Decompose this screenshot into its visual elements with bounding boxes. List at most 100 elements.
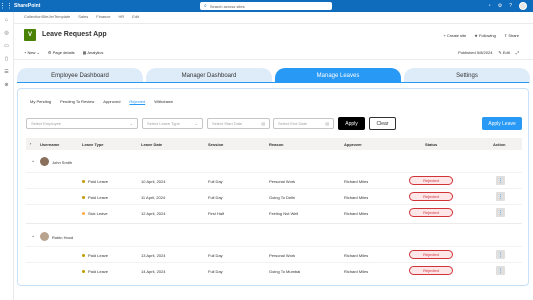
create-site-button[interactable]: + Create site [443, 33, 466, 38]
help-icon[interactable]: ? [509, 3, 512, 9]
tab-underline [17, 82, 529, 83]
expand-icon[interactable]: ⤢ [516, 50, 519, 55]
leave-type-cell: Paid Leave [82, 179, 108, 184]
leave-type-dot [82, 270, 85, 274]
globe-icon[interactable]: ◎ [0, 28, 13, 38]
site-logo: V [24, 29, 36, 41]
tab-manage-leaves[interactable]: Manage Leaves [275, 68, 401, 83]
chat-icon[interactable]: ▭ [0, 41, 13, 51]
approver-cell: Richard Miles [344, 269, 369, 274]
status-badge: Rejected [409, 176, 453, 185]
avatar [40, 157, 49, 166]
subtab-withdrawn[interactable]: Withdrawn [154, 99, 173, 104]
leave-date-cell: 10 April, 2024 [141, 179, 166, 184]
status-badge: Rejected [409, 192, 453, 201]
reason-cell: Personal Work [269, 253, 296, 258]
apply-leave-button[interactable]: Apply Leave [482, 117, 522, 130]
list-icon[interactable]: ☰ [0, 67, 13, 77]
site-nav-item[interactable]: Finance [96, 14, 110, 19]
table-row: Sick Leave 12 April, 2024 First Half Fee… [26, 204, 522, 220]
site-nav-item[interactable]: HR [119, 14, 125, 19]
approver-cell: Richard Miles [344, 253, 369, 258]
subtab-rejected[interactable]: Rejected [129, 99, 145, 104]
left-rail: ⌂ ◎ ▭ ▯ ☰ ⊕ [0, 12, 14, 300]
header-username[interactable]: Username [40, 142, 59, 147]
header-approver[interactable]: Approver [344, 142, 362, 147]
more-options-icon[interactable]: ⋮ [496, 176, 505, 185]
apply-button[interactable]: Apply [338, 117, 365, 130]
chevron-down-icon: ⌄ [194, 121, 198, 126]
leave-type-select[interactable]: Select Leave Type ⌄ [142, 118, 203, 129]
chevron-down-icon[interactable]: ⌄ [31, 158, 35, 164]
share-button[interactable]: ⇪ Share [504, 33, 519, 38]
more-options-icon[interactable]: ⋮ [496, 192, 505, 201]
session-cell: Full Day [208, 195, 223, 200]
avatar [40, 232, 49, 241]
leave-date-cell: 12 April, 2024 [141, 211, 166, 216]
analytics-button[interactable]: ▦ Analytics [83, 50, 104, 55]
home-icon[interactable]: ⌂ [0, 15, 13, 25]
profile-avatar[interactable] [519, 2, 527, 10]
header-leave-date[interactable]: Leave Date [141, 142, 162, 147]
employee-select[interactable]: Select Employee ⌄ [26, 118, 138, 129]
search-placeholder: Search across sites [209, 3, 245, 9]
group-username: Robin Hood [52, 235, 74, 240]
approver-cell: Richard Miles [344, 195, 369, 200]
app-launcher-icon[interactable]: ⋮⋮ [0, 0, 13, 12]
expand-all-icon[interactable]: › [30, 141, 31, 146]
tab-manager-dashboard[interactable]: Manager Dashboard [146, 68, 272, 83]
tab-employee-dashboard[interactable]: Employee Dashboard [17, 68, 143, 83]
more-options-icon[interactable]: ⋮ [496, 266, 505, 275]
suite-brand[interactable]: SharePoint [14, 3, 40, 9]
chevron-down-icon: ⌄ [129, 121, 133, 126]
table-row: Paid Leave 10 April, 2024 Full Day Perso… [26, 172, 522, 188]
group-username: John Smith [52, 160, 73, 165]
header-action[interactable]: Action [493, 142, 505, 147]
following-button[interactable]: ★ Following [474, 33, 496, 38]
clear-button[interactable]: Clear [369, 117, 396, 130]
edit-button[interactable]: ✎ Edit [498, 50, 509, 55]
site-nav-item[interactable]: CollectionSiteJerTemplate [24, 14, 70, 19]
site-nav-item[interactable]: Sales [78, 14, 88, 19]
search-box[interactable]: ⌕ Search across sites [200, 2, 332, 10]
end-date-picker[interactable]: Select End Date ▤ [273, 118, 334, 129]
file-icon[interactable]: ▯ [0, 54, 13, 64]
main-tabs: Employee Dashboard Manager Dashboard Man… [17, 68, 533, 83]
header-leave-type[interactable]: Leave Type [82, 142, 104, 147]
group-row[interactable]: ⌄ John Smith [26, 154, 522, 170]
more-options-icon[interactable]: ⋮ [496, 208, 505, 217]
leave-type-dot [82, 196, 85, 200]
chevron-down-icon[interactable]: ⌄ [31, 233, 35, 239]
notification-icon[interactable]: ◔ [488, 3, 491, 9]
calendar-icon: ▤ [325, 121, 329, 126]
leave-type-dot [82, 180, 85, 184]
approver-cell: Richard Miles [344, 211, 369, 216]
session-cell: Full Day [208, 269, 223, 274]
subtab-pending-to-review[interactable]: Pending To Review [60, 99, 94, 104]
tab-settings[interactable]: Settings [404, 68, 530, 83]
group-divider [26, 223, 522, 224]
header-status[interactable]: Status [425, 142, 437, 147]
subtab-approved[interactable]: Approved [103, 99, 120, 104]
new-button[interactable]: + New ⌄ [24, 50, 40, 55]
calendar-icon: ▤ [261, 121, 265, 126]
divider [14, 23, 533, 24]
add-icon[interactable]: ⊕ [0, 80, 13, 90]
header-session[interactable]: Session [208, 142, 223, 147]
subtab-my-pending[interactable]: My Pending [30, 99, 51, 104]
leave-type-cell: Paid Leave [82, 269, 108, 274]
table-header: › Username Leave Type Leave Date Session… [26, 138, 522, 150]
settings-icon[interactable]: ⚙ [498, 3, 502, 9]
site-title[interactable]: Leave Request App [42, 31, 107, 38]
search-icon: ⌕ [204, 3, 207, 9]
reason-cell: Feeling Not Well [269, 211, 299, 216]
group-row[interactable]: ⌄ Robin Hood [26, 229, 522, 245]
session-cell: First Half [208, 211, 224, 216]
table-row: Paid Leave 14 April, 2024 Full Day Going… [26, 262, 522, 278]
more-options-icon[interactable]: ⋮ [496, 250, 505, 259]
leave-date-cell: 13 April, 2024 [141, 253, 166, 258]
start-date-picker[interactable]: Select Start Date ▤ [207, 118, 270, 129]
site-nav-item[interactable]: Edit [132, 14, 139, 19]
header-reason[interactable]: Reason [269, 142, 283, 147]
page-details-button[interactable]: ⚙ Page details [48, 50, 75, 55]
